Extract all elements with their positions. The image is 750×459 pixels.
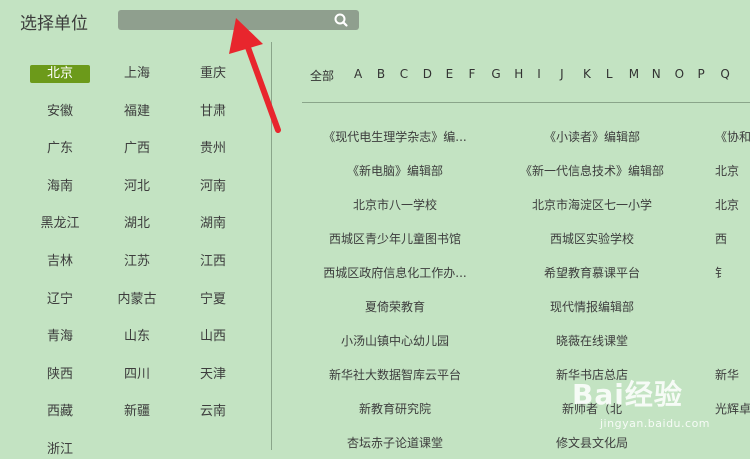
letter-all[interactable]: 全部 <box>310 67 334 84</box>
province-item[interactable]: 内蒙古 <box>107 291 167 309</box>
province-item[interactable]: 宁夏 <box>183 291 243 309</box>
province-item[interactable]: 河北 <box>107 178 167 196</box>
province-item[interactable]: 四川 <box>107 366 167 384</box>
vertical-divider <box>271 42 272 450</box>
province-item[interactable]: 湖南 <box>183 215 243 233</box>
letter-p[interactable]: P <box>698 67 705 81</box>
province-item[interactable]: 天津 <box>183 366 243 384</box>
letter-a[interactable]: A <box>354 67 362 81</box>
horizontal-divider <box>302 102 750 103</box>
unit-item[interactable]: 《小读者》编辑部 <box>507 128 677 145</box>
letter-h[interactable]: H <box>514 67 523 81</box>
province-item[interactable]: 青海 <box>30 328 90 346</box>
province-item[interactable]: 广东 <box>30 140 90 158</box>
province-item[interactable]: 重庆 <box>183 65 243 83</box>
province-item[interactable]: 江苏 <box>107 253 167 271</box>
unit-item[interactable]: 夏倚荣教育 <box>310 298 480 315</box>
letter-q[interactable]: Q <box>720 67 729 81</box>
letter-e[interactable]: E <box>446 67 454 81</box>
search-input[interactable] <box>118 10 359 30</box>
unit-item[interactable]: 《现代电生理学杂志》编... <box>310 128 480 145</box>
province-item[interactable]: 贵州 <box>183 140 243 158</box>
province-item[interactable]: 陕西 <box>30 366 90 384</box>
watermark-sub: jingyan.baidu.com <box>600 417 711 430</box>
unit-item[interactable]: 《新电脑》编辑部 <box>310 162 480 179</box>
province-item[interactable]: 福建 <box>107 103 167 121</box>
letter-c[interactable]: C <box>400 67 408 81</box>
province-item[interactable]: 山东 <box>107 328 167 346</box>
unit-item[interactable]: 现代情报编辑部 <box>507 298 677 315</box>
province-item[interactable]: 北京 <box>30 65 90 83</box>
unit-item[interactable]: 小汤山镇中心幼儿园 <box>310 332 480 349</box>
province-item[interactable]: 吉林 <box>30 253 90 271</box>
unit-item[interactable]: 《协和 <box>715 128 750 145</box>
province-item[interactable]: 山西 <box>183 328 243 346</box>
province-item[interactable]: 上海 <box>107 65 167 83</box>
unit-item[interactable]: 西城区青少年儿童图书馆 <box>310 230 480 247</box>
province-item[interactable]: 湖北 <box>107 215 167 233</box>
letter-k[interactable]: K <box>583 67 591 81</box>
province-item[interactable]: 安徽 <box>30 103 90 121</box>
unit-item[interactable]: 希望教育慕课平台 <box>507 264 677 281</box>
letter-m[interactable]: M <box>629 67 639 81</box>
letter-b[interactable]: B <box>377 67 385 81</box>
letter-o[interactable]: O <box>675 67 684 81</box>
unit-item[interactable]: 新华社大数据智库云平台 <box>310 366 480 383</box>
letter-i[interactable]: I <box>537 67 541 81</box>
province-item[interactable]: 河南 <box>183 178 243 196</box>
province-item[interactable]: 辽宁 <box>30 291 90 309</box>
letter-d[interactable]: D <box>423 67 432 81</box>
letter-n[interactable]: N <box>652 67 661 81</box>
unit-item[interactable]: 西城区政府信息化工作办... <box>310 264 480 281</box>
letter-g[interactable]: G <box>491 67 500 81</box>
unit-item[interactable]: 《新一代信息技术》编辑部 <box>507 162 677 179</box>
province-item[interactable]: 新疆 <box>107 403 167 421</box>
province-item[interactable]: 云南 <box>183 403 243 421</box>
unit-item[interactable]: 钅 <box>715 264 727 281</box>
unit-item[interactable]: 西 <box>715 230 727 247</box>
watermark-main: Bai经验 <box>572 378 683 411</box>
letter-l[interactable]: L <box>606 67 613 81</box>
province-item[interactable]: 海南 <box>30 178 90 196</box>
page-title: 选择单位 <box>20 14 88 34</box>
unit-item[interactable]: 北京市海淀区七一小学 <box>507 196 677 213</box>
unit-item[interactable]: 北京市八一学校 <box>310 196 480 213</box>
province-item[interactable]: 浙江 <box>30 441 90 459</box>
province-item[interactable]: 黑龙江 <box>30 215 90 233</box>
letter-f[interactable]: F <box>469 67 476 81</box>
unit-item[interactable]: 西城区实验学校 <box>507 230 677 247</box>
province-item[interactable]: 甘肃 <box>183 103 243 121</box>
province-item[interactable]: 江西 <box>183 253 243 271</box>
province-item[interactable]: 西藏 <box>30 403 90 421</box>
unit-item[interactable]: 杏坛赤子论道课堂 <box>310 434 480 451</box>
unit-item[interactable]: 北京 <box>715 196 739 213</box>
baidu-watermark: Bai经验 jingyan.baidu.com <box>560 365 750 450</box>
province-item[interactable]: 广西 <box>107 140 167 158</box>
unit-item[interactable]: 北京 <box>715 162 739 179</box>
unit-item[interactable]: 晓薇在线课堂 <box>507 332 677 349</box>
letter-j[interactable]: J <box>560 67 564 81</box>
unit-item[interactable]: 新教育研究院 <box>310 400 480 417</box>
search-icon[interactable] <box>333 12 349 28</box>
